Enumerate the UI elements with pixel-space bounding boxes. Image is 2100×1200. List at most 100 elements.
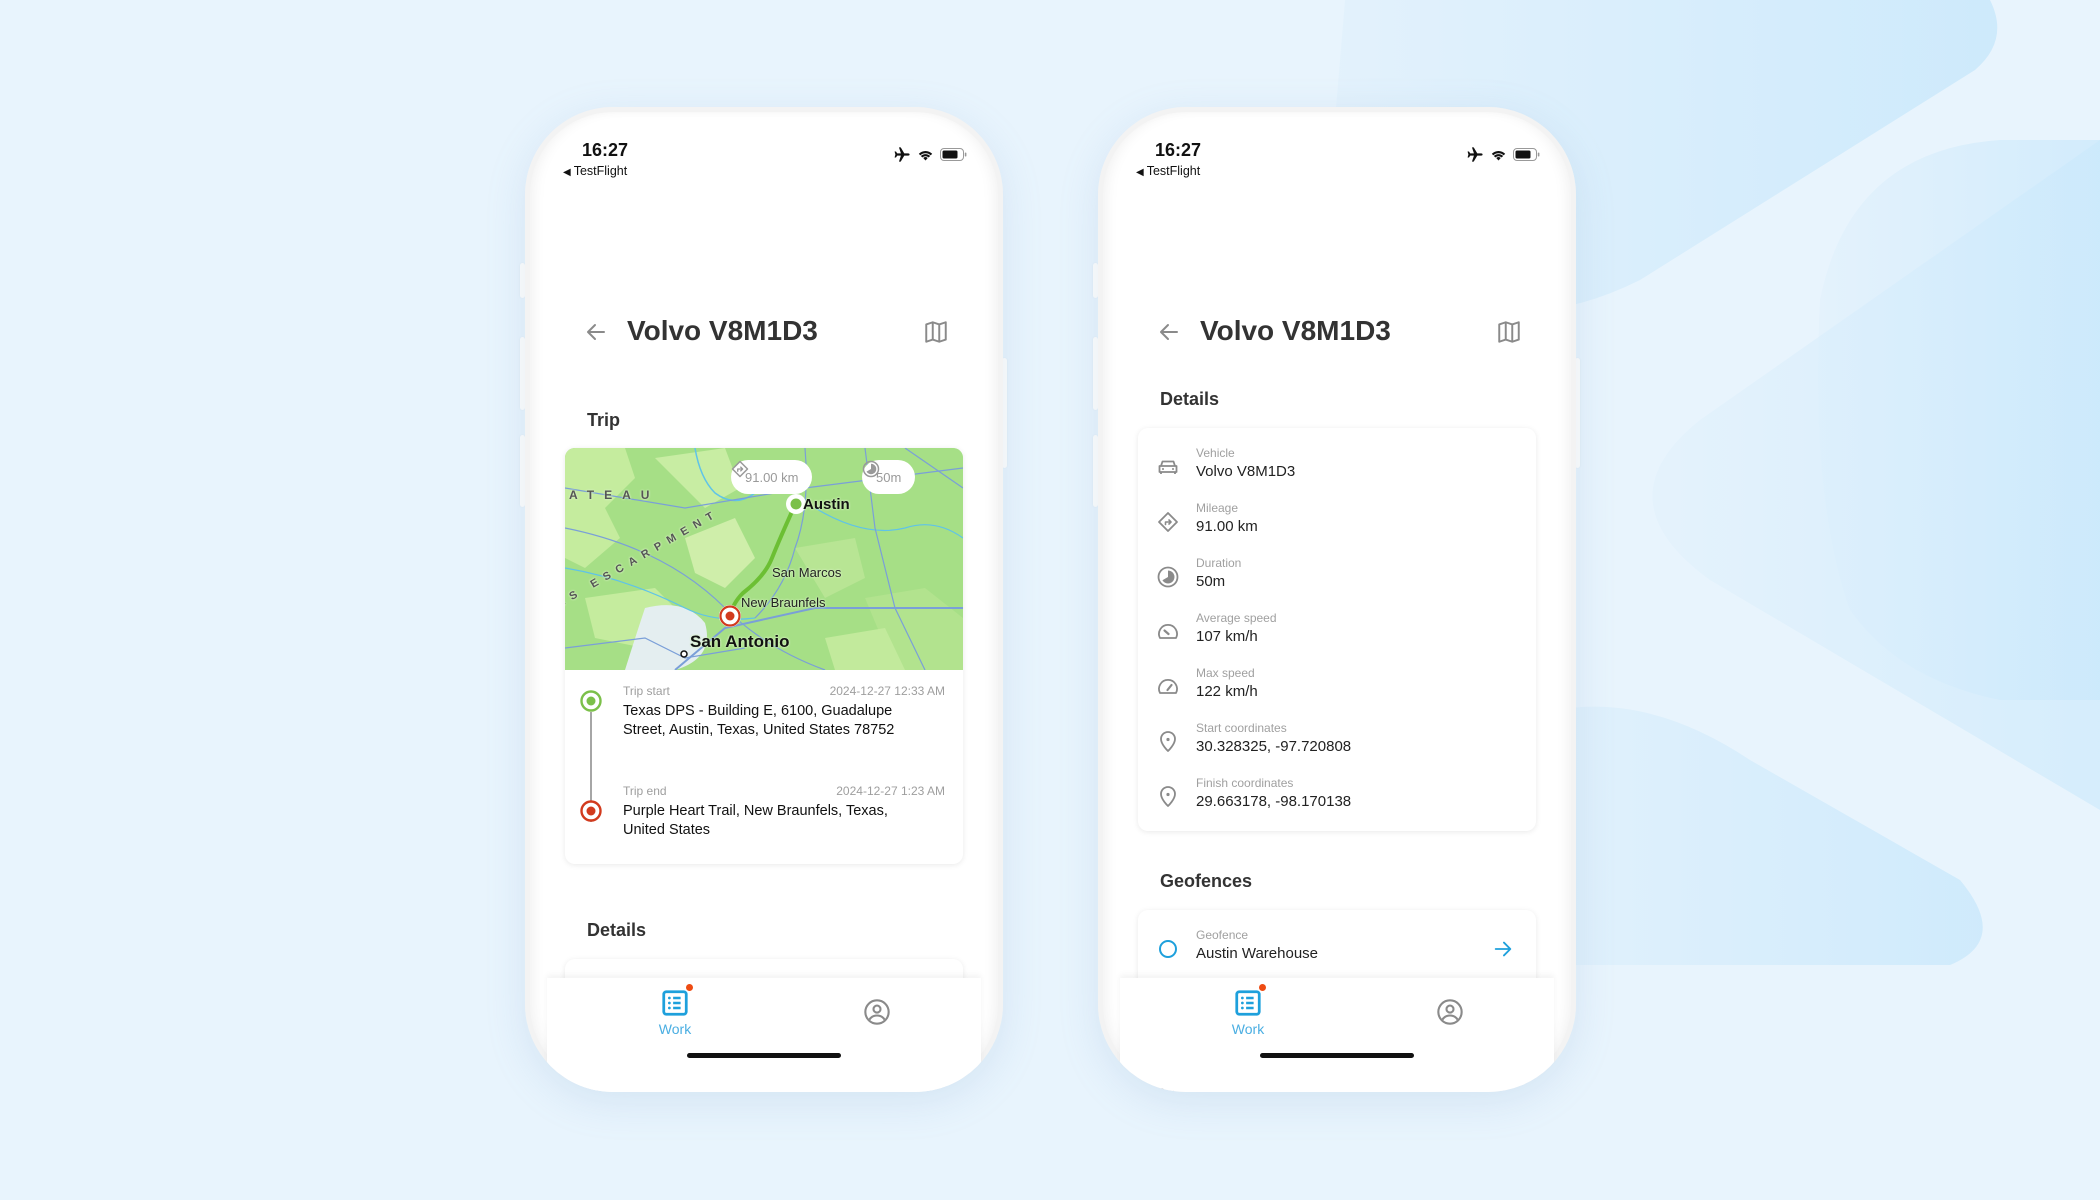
geofences-section-title: Geofences — [1160, 871, 1253, 891]
detail-label: Finish coordinates — [1196, 776, 1294, 790]
distance-pill: 91.00 km — [731, 460, 813, 494]
distance-value: 91.00 km — [745, 469, 799, 485]
screen: 16:27 ◀ TestFlight Volvo V8M1D3 Details V… — [1120, 107, 1554, 1092]
detail-label: Duration — [1196, 556, 1242, 570]
details-section-title: Details — [587, 920, 647, 940]
location-pin-icon — [1160, 786, 1176, 807]
tab-bar: Work — [547, 978, 981, 1092]
detail-label: Average speed — [1196, 611, 1277, 625]
screen: 16:27 ◀ TestFlight Volvo V8M1D3 Trip ATE… — [547, 107, 981, 1092]
trip-map[interactable]: ATEAU ES ESCARPMENT Austin San Marcos Ne… — [565, 448, 963, 670]
home-indicator[interactable] — [1260, 1053, 1414, 1058]
trip-section-title: Trip — [587, 410, 621, 430]
detail-row-duration: Duration 50m — [1138, 556, 1536, 604]
airplane-icon — [1467, 147, 1483, 162]
back-triangle-icon: ◀ — [563, 167, 571, 178]
battery-icon — [1513, 148, 1540, 161]
status-time: 16:27 — [1155, 140, 1202, 160]
status-bar: 16:27 ◀ TestFlight — [547, 107, 981, 187]
trip-end-address: Purple Heart Trail, New Braunfels, Texas… — [623, 803, 888, 838]
wifi-icon — [1491, 150, 1506, 161]
trip-start-time: 2024-12-27 12:33 AM — [829, 684, 945, 698]
detail-value: 29.663178, -98.170138 — [1196, 793, 1352, 810]
detail-value: 30.328325, -97.720808 — [1196, 738, 1352, 755]
car-icon — [1158, 460, 1178, 474]
map-label-san-antonio: San Antonio — [690, 632, 790, 651]
detail-value: 91.00 km — [1196, 518, 1258, 535]
detail-row-average-speed: Average speed 107 km/h — [1138, 611, 1536, 659]
detail-value: Austin Warehouse — [1196, 945, 1319, 962]
detail-row-mileage: Mileage 91.00 km — [1138, 501, 1536, 549]
route-sign-icon — [731, 460, 749, 478]
map-icon[interactable] — [1496, 319, 1522, 345]
trip-timeline: Trip start 2024-12-27 12:33 AM Texas DPS… — [565, 670, 963, 864]
map-label-austin: Austin — [803, 496, 850, 513]
back-app-label: TestFlight — [573, 164, 628, 178]
map-icon[interactable] — [923, 319, 949, 345]
status-icons — [1467, 147, 1540, 162]
tab-work[interactable]: Work — [635, 983, 715, 1048]
tab-work-label: Work — [1231, 1021, 1265, 1037]
status-time: 16:27 — [582, 140, 629, 160]
nav-bar: Volvo V8M1D3 — [1120, 307, 1554, 357]
status-icons — [894, 147, 967, 162]
map-label-plateau: ATEAU — [569, 488, 660, 502]
speedometer-icon — [1158, 624, 1178, 639]
circle-geofence-icon — [1159, 940, 1177, 958]
notification-badge — [685, 983, 694, 992]
back-arrow-icon[interactable] — [1156, 320, 1182, 344]
detail-row-finish-coordinates: Finish coordinates 29.663178, -98.170138 — [1138, 776, 1536, 824]
trip-start-label: Trip start — [623, 684, 670, 698]
map-label-san-marcos: San Marcos — [772, 565, 842, 580]
back-to-app-link[interactable]: ◀ TestFlight — [563, 164, 627, 178]
trip-end-item: Trip end 2024-12-27 1:23 AM Purple Heart… — [565, 784, 963, 844]
detail-label: Vehicle — [1196, 446, 1235, 460]
airplane-icon — [894, 147, 910, 162]
trip-end-label: Trip end — [623, 784, 667, 798]
detail-value: 122 km/h — [1196, 683, 1258, 700]
map-label-new-braunfels: New Braunfels — [741, 595, 826, 610]
page-title: Volvo V8M1D3 — [1200, 315, 1391, 346]
tab-bar: Work — [1120, 978, 1554, 1092]
user-circle-icon — [1437, 999, 1463, 1025]
phone-trip-view: 16:27 ◀ TestFlight Volvo V8M1D3 Trip ATE… — [525, 107, 1003, 1092]
list-icon — [1235, 990, 1261, 1016]
page-title: Volvo V8M1D3 — [627, 315, 818, 346]
trip-end-time: 2024-12-27 1:23 AM — [836, 784, 945, 798]
detail-value: Volvo V8M1D3 — [1196, 463, 1296, 480]
tab-profile[interactable] — [837, 998, 917, 1058]
duration-pill: 50m — [862, 460, 916, 494]
detail-label: Start coordinates — [1196, 721, 1287, 735]
detail-label: Max speed — [1196, 666, 1255, 680]
back-to-app-link[interactable]: ◀ TestFlight — [1136, 164, 1200, 178]
wifi-icon — [918, 150, 933, 161]
arrow-right-icon[interactable] — [1492, 938, 1514, 960]
detail-row-max-speed: Max speed 122 km/h — [1138, 666, 1536, 714]
nav-bar: Volvo V8M1D3 — [547, 307, 981, 357]
background-decoration — [0, 0, 2100, 1200]
detail-row-start-coordinates: Start coordinates 30.328325, -97.720808 — [1138, 721, 1536, 769]
trip-start-item: Trip start 2024-12-27 12:33 AM Texas DPS… — [565, 684, 963, 754]
user-circle-icon — [864, 999, 890, 1025]
clock-pie-icon — [1157, 566, 1179, 588]
detail-row-vehicle: Vehicle Volvo V8M1D3 — [1138, 446, 1536, 494]
back-arrow-icon[interactable] — [583, 320, 609, 344]
status-bar: 16:27 ◀ TestFlight — [1120, 107, 1554, 187]
trip-card: ATEAU ES ESCARPMENT Austin San Marcos Ne… — [565, 448, 963, 864]
detail-label: Geofence — [1196, 928, 1249, 942]
geofence-row[interactable]: Geofence Austin Warehouse — [1138, 928, 1536, 976]
location-pin-icon — [1160, 731, 1176, 752]
notification-badge — [1258, 983, 1267, 992]
trip-start-icon — [580, 690, 602, 712]
trip-start-address: Texas DPS - Building E, 6100, Guadalupe … — [623, 703, 895, 738]
details-section-title: Details — [1160, 389, 1220, 409]
tab-work[interactable]: Work — [1208, 983, 1288, 1048]
gauge-icon — [1158, 679, 1178, 694]
tab-work-label: Work — [658, 1021, 692, 1037]
home-indicator[interactable] — [687, 1053, 841, 1058]
route-sign-icon — [1158, 512, 1178, 532]
trip-end-icon — [580, 800, 602, 822]
tab-profile[interactable] — [1410, 998, 1490, 1058]
phone-details-view: 16:27 ◀ TestFlight Volvo V8M1D3 Details V… — [1098, 107, 1576, 1092]
trip-end-marker[interactable] — [719, 605, 741, 627]
